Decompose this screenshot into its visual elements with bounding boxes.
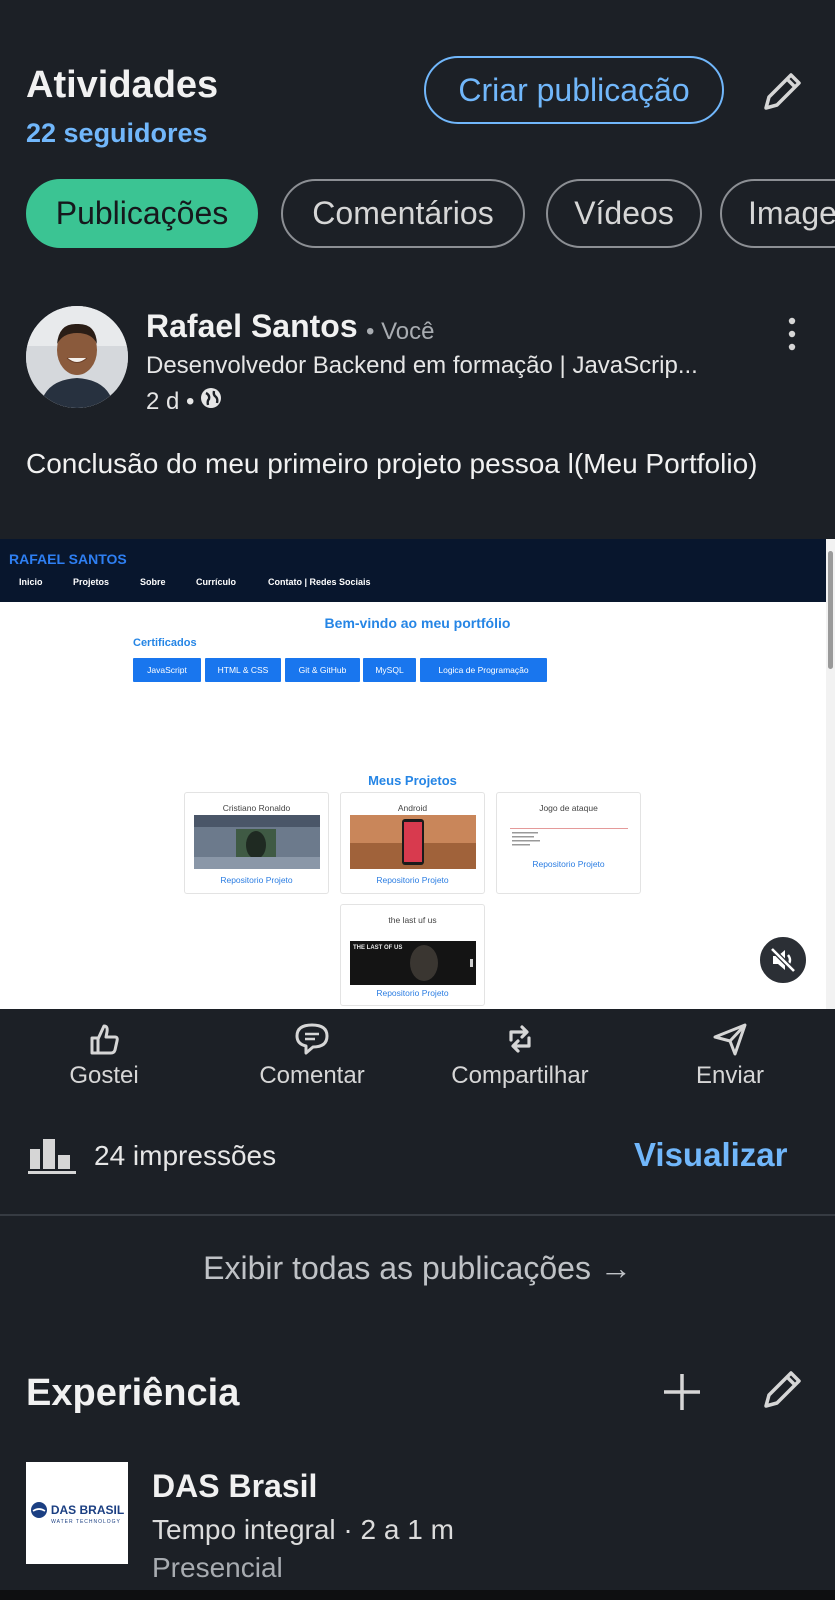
pencil-icon[interactable] bbox=[758, 66, 808, 116]
share-label: Compartilhar bbox=[451, 1062, 589, 1089]
project-thumbnail bbox=[194, 815, 320, 869]
project-title: Cristiano Ronaldo bbox=[222, 803, 291, 813]
page-title: Atividades bbox=[26, 64, 219, 106]
author-headline: Desenvolvedor Backend em formação | Java… bbox=[146, 352, 698, 379]
project-card: the last uf us THE LAST OF US Repositori… bbox=[340, 904, 485, 1006]
work-mode: Presencial bbox=[152, 1552, 283, 1583]
send-button[interactable]: Enviar bbox=[630, 1022, 830, 1090]
company-name[interactable]: DAS Brasil bbox=[152, 1468, 317, 1505]
experience-title: Experiência bbox=[26, 1372, 240, 1414]
post-media[interactable]: RAFAEL SANTOS Inicio Projetos Sobre Curr… bbox=[0, 539, 835, 1009]
company-logo[interactable]: DAS BRASIL WATER TECHNOLOGY bbox=[26, 1462, 128, 1564]
site-certificates-heading: Certificados bbox=[133, 637, 197, 649]
impressions-count: 24 impressões bbox=[94, 1140, 277, 1171]
post-author-name[interactable]: Rafael Santos bbox=[146, 308, 358, 345]
tlou-logo-text: THE LAST OF US bbox=[353, 945, 403, 951]
certificate-button: HTML & CSS bbox=[205, 658, 281, 682]
avatar[interactable] bbox=[26, 306, 128, 408]
project-link: Repositorio Projeto bbox=[532, 859, 605, 869]
thumbs-up-icon bbox=[90, 1024, 119, 1055]
certificate-button: MySQL bbox=[363, 658, 416, 682]
project-link: Repositorio Projeto bbox=[220, 875, 293, 885]
comment-label: Comentar bbox=[259, 1062, 365, 1089]
site-nav-item: Inicio bbox=[19, 577, 43, 587]
comment-button[interactable]: Comentar bbox=[212, 1022, 412, 1090]
project-thumbnail: THE LAST OF US bbox=[350, 941, 476, 985]
send-label: Enviar bbox=[695, 1062, 765, 1089]
repost-icon bbox=[509, 1025, 531, 1053]
bottom-edge bbox=[0, 1590, 835, 1600]
project-link: Repositorio Projeto bbox=[376, 988, 449, 998]
send-icon bbox=[713, 1023, 747, 1056]
site-nav-item: Contato | Redes Sociais bbox=[268, 577, 371, 587]
certificate-button: Git & GitHub bbox=[285, 658, 360, 682]
share-button[interactable]: Compartilhar bbox=[420, 1022, 620, 1090]
project-thumbnail bbox=[350, 815, 476, 869]
view-analytics-link[interactable]: Visualizar bbox=[634, 1136, 787, 1174]
project-title: the last uf us bbox=[388, 915, 437, 925]
company-logo-subtext: WATER TECHNOLOGY bbox=[51, 1519, 121, 1525]
project-title: Jogo de ataque bbox=[539, 803, 598, 813]
employment-type: Tempo integral · 2 a 1 m bbox=[152, 1514, 454, 1545]
site-nav-item: Projetos bbox=[73, 577, 110, 587]
certificate-button: JavaScript bbox=[133, 658, 201, 682]
more-options-icon[interactable] bbox=[778, 316, 806, 352]
project-card: Android Repositorio Projeto bbox=[340, 792, 485, 894]
project-card: Cristiano Ronaldo Repositorio Projeto bbox=[184, 792, 329, 894]
project-link: Repositorio Projeto bbox=[376, 875, 449, 885]
image-scrollbar-thumb bbox=[828, 551, 833, 669]
bar-chart-icon bbox=[28, 1135, 76, 1175]
water-drop-icon bbox=[30, 1502, 47, 1518]
tab-imagens[interactable]: Image bbox=[720, 179, 835, 248]
activity-tabs: Publicações Comentários Vídeos Image bbox=[0, 170, 835, 260]
show-all-posts-link[interactable]: Exibir todas as publicações → bbox=[0, 1250, 835, 1287]
you-label: • Você bbox=[366, 318, 435, 345]
create-post-button[interactable]: Criar publicação bbox=[424, 56, 724, 124]
plus-icon[interactable] bbox=[658, 1368, 706, 1416]
tab-comentarios[interactable]: Comentários bbox=[281, 179, 525, 248]
site-nav-item: Currículo bbox=[196, 577, 237, 587]
post-time: 2 d • bbox=[146, 387, 195, 415]
site-welcome-heading: Bem-vindo ao meu portfólio bbox=[324, 615, 511, 631]
speaker-muted-icon bbox=[769, 946, 797, 974]
like-label: Gostei bbox=[69, 1062, 139, 1089]
comment-icon bbox=[295, 1023, 329, 1055]
like-button[interactable]: Gostei bbox=[4, 1022, 204, 1090]
post-text: Conclusão do meu primeiro projeto pessoa… bbox=[26, 448, 758, 479]
site-projects-heading: Meus Projetos bbox=[368, 773, 457, 788]
section-divider bbox=[0, 1214, 835, 1216]
project-title: Android bbox=[397, 803, 428, 813]
pencil-icon[interactable] bbox=[758, 1364, 808, 1414]
mute-button[interactable] bbox=[757, 934, 809, 986]
globe-icon bbox=[200, 387, 222, 416]
tab-publicacoes[interactable]: Publicações bbox=[26, 179, 258, 248]
site-header: RAFAEL SANTOS Inicio Projetos Sobre Curr… bbox=[0, 539, 835, 602]
site-nav-item: Sobre bbox=[140, 577, 166, 587]
site-brand: RAFAEL SANTOS bbox=[9, 551, 127, 567]
followers-count[interactable]: 22 seguidores bbox=[26, 118, 208, 149]
company-logo-text: DAS BRASIL bbox=[50, 1503, 125, 1517]
certificate-button: Logica de Programação bbox=[420, 658, 547, 682]
tab-videos[interactable]: Vídeos bbox=[546, 179, 702, 248]
post-meta: 2 d • bbox=[146, 387, 222, 416]
project-card: Jogo de ataque Repositorio Projeto bbox=[496, 792, 641, 894]
